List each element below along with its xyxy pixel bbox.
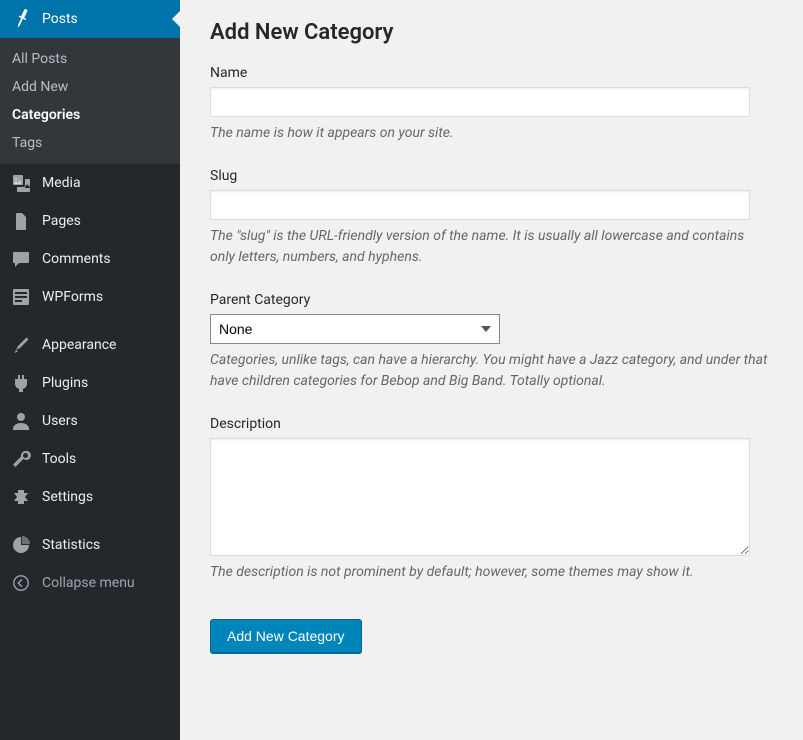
slug-help-text: The "slug" is the URL-friendly version o… — [210, 226, 770, 268]
admin-sidebar: Posts All Posts Add New Categories Tags … — [0, 0, 180, 740]
slug-input[interactable] — [210, 190, 750, 220]
sidebar-item-label: Users — [42, 413, 78, 429]
name-input[interactable] — [210, 87, 750, 117]
sidebar-item-label: Collapse menu — [42, 575, 135, 591]
main-content: Add New Category Name The name is how it… — [180, 0, 803, 740]
sidebar-item-appearance[interactable]: Appearance — [0, 326, 180, 364]
parent-category-select[interactable]: None — [210, 314, 500, 344]
parent-help-text: Categories, unlike tags, can have a hier… — [210, 350, 770, 392]
pushpin-icon — [10, 8, 32, 30]
statistics-icon — [10, 534, 32, 556]
field-parent-category: Parent Category None Categories, unlike … — [210, 292, 773, 392]
submenu-all-posts[interactable]: All Posts — [0, 45, 180, 73]
add-new-category-button[interactable]: Add New Category — [210, 619, 362, 653]
sidebar-item-tools[interactable]: Tools — [0, 440, 180, 478]
posts-submenu: All Posts Add New Categories Tags — [0, 38, 180, 164]
media-icon — [10, 172, 32, 194]
field-slug: Slug The "slug" is the URL-friendly vers… — [210, 168, 773, 268]
parent-label: Parent Category — [210, 292, 773, 308]
users-icon — [10, 410, 32, 432]
sidebar-item-statistics[interactable]: Statistics — [0, 526, 180, 564]
sidebar-item-plugins[interactable]: Plugins — [0, 364, 180, 402]
sidebar-item-label: WPForms — [42, 289, 103, 305]
submenu-categories[interactable]: Categories — [0, 101, 180, 129]
slug-label: Slug — [210, 168, 773, 184]
settings-icon — [10, 486, 32, 508]
sidebar-item-label: Posts — [42, 11, 78, 27]
sidebar-item-wpforms[interactable]: WPForms — [0, 278, 180, 316]
description-textarea[interactable] — [210, 438, 750, 556]
sidebar-item-label: Statistics — [42, 537, 100, 553]
sidebar-item-label: Comments — [42, 251, 111, 267]
sidebar-item-label: Settings — [42, 489, 93, 505]
sidebar-item-posts[interactable]: Posts — [0, 0, 180, 38]
sidebar-item-comments[interactable]: Comments — [0, 240, 180, 278]
sidebar-item-label: Appearance — [42, 337, 116, 353]
sidebar-item-users[interactable]: Users — [0, 402, 180, 440]
description-label: Description — [210, 416, 773, 432]
name-label: Name — [210, 65, 773, 81]
plugins-icon — [10, 372, 32, 394]
sidebar-item-settings[interactable]: Settings — [0, 478, 180, 516]
field-name: Name The name is how it appears on your … — [210, 65, 773, 144]
appearance-icon — [10, 334, 32, 356]
sidebar-item-media[interactable]: Media — [0, 164, 180, 202]
sidebar-item-label: Pages — [42, 213, 81, 229]
sidebar-item-label: Tools — [42, 451, 76, 467]
submenu-tags[interactable]: Tags — [0, 129, 180, 157]
wpforms-icon — [10, 286, 32, 308]
comments-icon — [10, 248, 32, 270]
submenu-add-new[interactable]: Add New — [0, 73, 180, 101]
tools-icon — [10, 448, 32, 470]
sidebar-item-label: Media — [42, 175, 81, 191]
description-help-text: The description is not prominent by defa… — [210, 562, 770, 583]
collapse-icon — [10, 572, 32, 594]
pages-icon — [10, 210, 32, 232]
field-description: Description The description is not promi… — [210, 416, 773, 583]
sidebar-item-label: Plugins — [42, 375, 88, 391]
name-help-text: The name is how it appears on your site. — [210, 123, 770, 144]
page-title: Add New Category — [210, 20, 773, 45]
sidebar-item-pages[interactable]: Pages — [0, 202, 180, 240]
sidebar-collapse[interactable]: Collapse menu — [0, 564, 180, 602]
